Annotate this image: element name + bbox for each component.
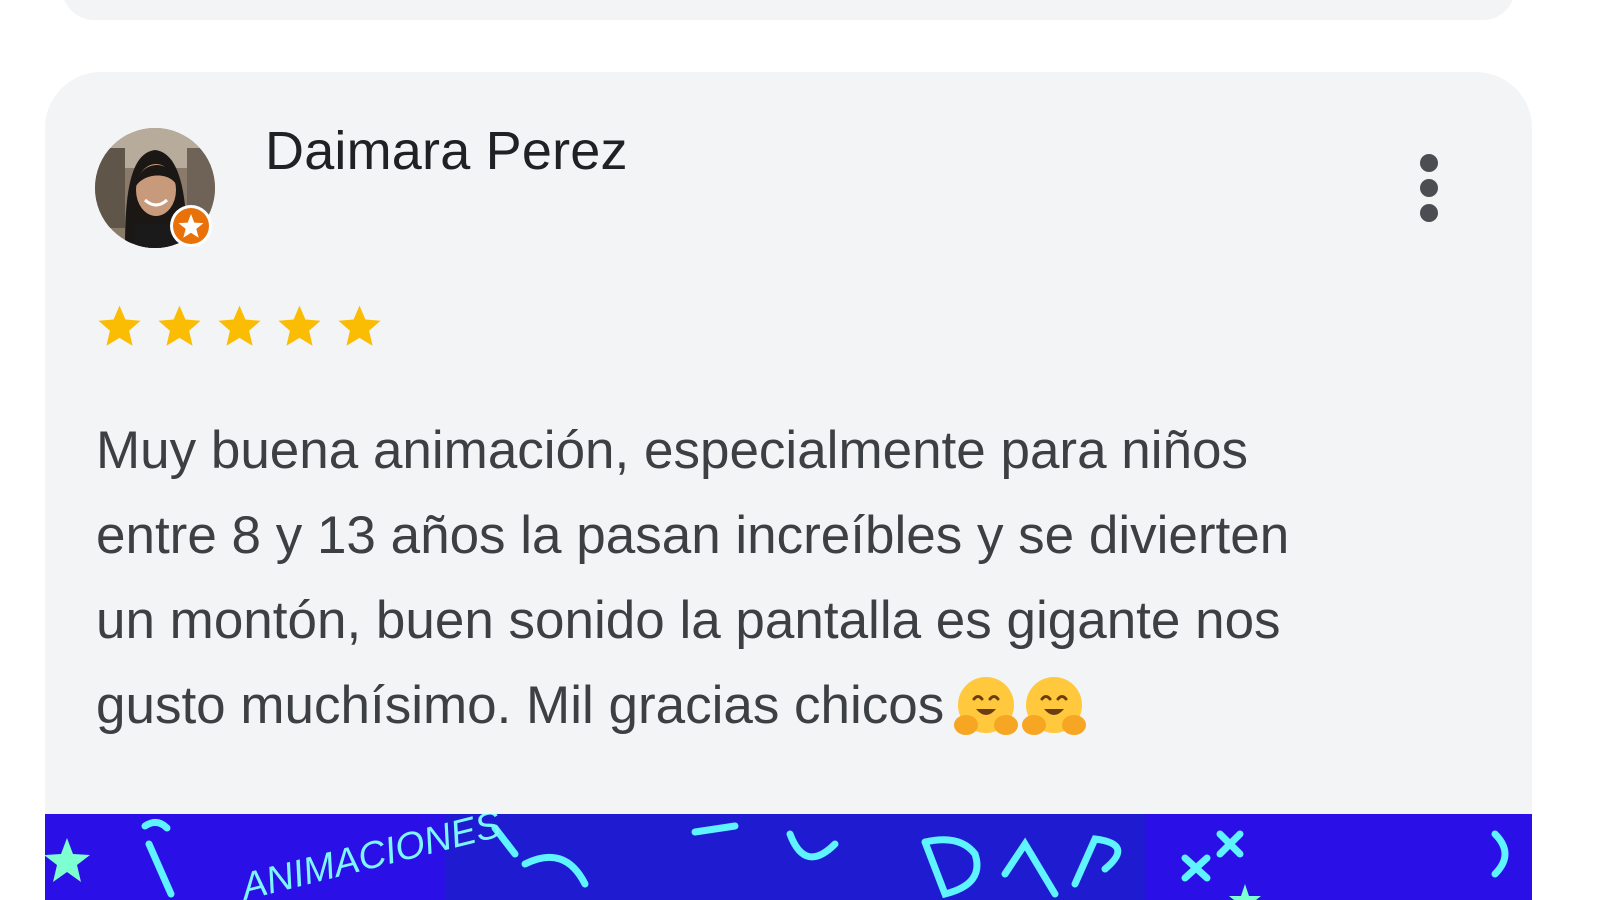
review-text-line-last: gusto muchísimo. Mil gracias chicos bbox=[96, 663, 1476, 752]
star-rating bbox=[95, 302, 384, 351]
star-icon bbox=[218, 305, 261, 346]
reviewer-avatar[interactable] bbox=[95, 128, 215, 248]
star-icon bbox=[98, 305, 141, 346]
review-card: Daimara Perez Muy buena animación, espec… bbox=[45, 72, 1532, 900]
local-guide-star-icon bbox=[170, 205, 212, 247]
more-options-button[interactable] bbox=[1409, 148, 1449, 228]
review-page: Daimara Perez Muy buena animación, espec… bbox=[0, 0, 1600, 900]
more-vert-icon-dot bbox=[1420, 179, 1438, 197]
emoji-group bbox=[952, 661, 1088, 746]
review-text-line: entre 8 y 13 años la pasan increíbles y … bbox=[96, 506, 1290, 565]
reviewer-name[interactable]: Daimara Perez bbox=[265, 120, 628, 182]
hugging-face-emoji bbox=[1022, 676, 1087, 735]
review-photo-image: ANIMACIONES bbox=[45, 814, 1532, 900]
star-icon bbox=[338, 305, 381, 346]
more-vert-icon bbox=[1420, 154, 1438, 172]
more-vert-icon-dot bbox=[1420, 204, 1438, 222]
review-text-line: un montón, buen sonido la pantalla es gi… bbox=[96, 591, 1281, 650]
star-icon bbox=[158, 305, 201, 346]
review-text: Muy buena animación, especialmente para … bbox=[96, 408, 1476, 752]
previous-review-card bbox=[62, 0, 1515, 20]
star-icon bbox=[278, 305, 321, 346]
review-text-line: Muy buena animación, especialmente para … bbox=[96, 421, 1248, 480]
review-text-line: gusto muchísimo. Mil gracias chicos bbox=[96, 676, 945, 735]
hugging-face-emoji bbox=[954, 676, 1019, 735]
review-photo[interactable]: ANIMACIONES bbox=[45, 814, 1532, 900]
